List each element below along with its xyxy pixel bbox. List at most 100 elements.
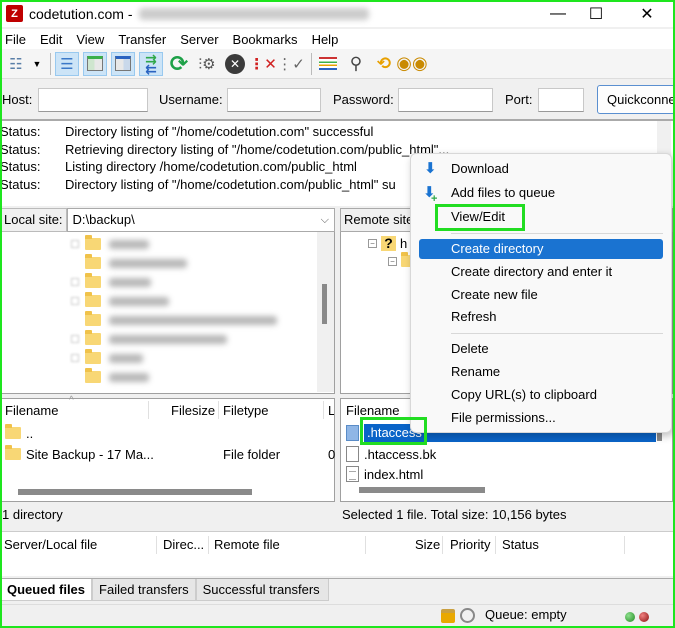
col-filename[interactable]: Filename bbox=[5, 400, 59, 422]
col-status[interactable]: Status bbox=[502, 534, 539, 556]
quickconnect-bar: Host: Username: Password: Port: Quickcon… bbox=[0, 82, 675, 117]
password-input[interactable] bbox=[398, 87, 493, 112]
scroll-thumb[interactable] bbox=[322, 284, 327, 324]
toggle-remote-tree-icon[interactable] bbox=[111, 51, 135, 76]
col-server-local-file[interactable]: Server/Local file bbox=[4, 534, 98, 556]
close-button[interactable]: ✕ bbox=[624, 0, 670, 27]
speed-limit-icon[interactable] bbox=[460, 608, 475, 623]
expand-icon[interactable] bbox=[71, 297, 79, 305]
col-remote-file[interactable]: Remote file bbox=[214, 534, 280, 556]
menu-item-create-directory[interactable]: Create directory bbox=[419, 239, 663, 259]
col-size[interactable]: Size bbox=[415, 534, 441, 556]
filter-icon[interactable]: ⚲ bbox=[344, 52, 368, 76]
refresh-icon[interactable]: ⟳ bbox=[167, 51, 191, 76]
col-filetype[interactable]: Filetype bbox=[223, 400, 269, 422]
menu-item-download[interactable]: ⬇ Download bbox=[419, 159, 663, 179]
menu-item-refresh[interactable]: Refresh bbox=[419, 307, 663, 327]
col-last-modified[interactable]: L bbox=[328, 400, 334, 422]
local-hscroll-thumb[interactable] bbox=[18, 489, 252, 495]
file-name: index.html bbox=[364, 466, 424, 482]
menu-item-delete[interactable]: Delete bbox=[419, 339, 663, 359]
column-separator[interactable] bbox=[208, 536, 209, 554]
expand-icon[interactable] bbox=[71, 335, 79, 343]
toggle-transfer-queue-icon[interactable]: ⇉ ⇇ bbox=[139, 51, 163, 76]
menu-transfer[interactable]: Transfer bbox=[111, 32, 173, 47]
host-label: Host: bbox=[2, 92, 33, 107]
tree-item[interactable] bbox=[71, 272, 151, 292]
col-priority[interactable]: Priority bbox=[450, 534, 491, 556]
file-name: .htaccess.bk bbox=[364, 446, 437, 462]
tree-item[interactable] bbox=[71, 291, 169, 311]
tree-item-root[interactable]: − ? h bbox=[368, 236, 407, 251]
col-filesize[interactable]: Filesize bbox=[171, 400, 216, 422]
menu-view[interactable]: View bbox=[69, 32, 111, 47]
site-manager-icon[interactable]: ☷ bbox=[4, 52, 28, 76]
col-direction[interactable]: Direc... bbox=[163, 534, 205, 556]
menu-item-create-directory-enter[interactable]: Create directory and enter it bbox=[419, 262, 663, 282]
menu-item-file-permissions[interactable]: File permissions... bbox=[419, 408, 663, 428]
tree-item[interactable] bbox=[71, 234, 149, 254]
expand-icon[interactable] bbox=[71, 240, 79, 248]
tree-item[interactable] bbox=[71, 367, 149, 387]
toggle-local-tree-icon[interactable] bbox=[83, 51, 107, 76]
file-row[interactable]: index.html bbox=[346, 464, 423, 484]
port-input[interactable] bbox=[538, 87, 584, 112]
collapse-icon[interactable]: − bbox=[388, 256, 397, 266]
cancel-icon[interactable]: ✕ bbox=[223, 52, 247, 76]
menu-item-copy-url[interactable]: Copy URL(s) to clipboard bbox=[419, 385, 663, 405]
menu-bookmarks[interactable]: Bookmarks bbox=[226, 32, 305, 47]
search-icon[interactable]: ◉◉ bbox=[396, 52, 427, 76]
menu-help[interactable]: Help bbox=[305, 32, 346, 47]
column-separator[interactable] bbox=[148, 401, 149, 419]
column-separator[interactable] bbox=[218, 401, 219, 419]
column-separator[interactable] bbox=[156, 536, 157, 554]
send-indicator-icon bbox=[625, 612, 635, 622]
synchronized-browsing-icon[interactable]: ⟲ bbox=[372, 52, 396, 76]
tab-failed-transfers[interactable]: Failed transfers bbox=[92, 579, 196, 601]
column-separator[interactable] bbox=[442, 536, 443, 554]
tab-queued-files[interactable]: Queued files bbox=[0, 579, 93, 601]
tree-item[interactable] bbox=[71, 329, 227, 349]
menu-file[interactable]: File bbox=[0, 32, 33, 47]
local-tree-scrollbar[interactable] bbox=[317, 232, 334, 392]
maximize-button[interactable]: ☐ bbox=[573, 0, 619, 27]
local-file-list: Filename ^ Filesize Filetype L .. Site B… bbox=[0, 395, 335, 502]
tree-item[interactable] bbox=[71, 310, 277, 330]
file-row[interactable]: .htaccess.bk bbox=[346, 444, 436, 464]
menu-edit[interactable]: Edit bbox=[33, 32, 69, 47]
collapse-icon[interactable]: − bbox=[368, 239, 377, 248]
disconnect-icon[interactable]: ⋮✕ bbox=[249, 52, 277, 76]
toggle-message-log-icon[interactable]: ☰ bbox=[55, 51, 79, 76]
expand-icon[interactable] bbox=[71, 354, 79, 362]
column-separator[interactable] bbox=[365, 536, 366, 554]
reconnect-icon[interactable]: ⋮✓ bbox=[277, 52, 305, 76]
host-input[interactable] bbox=[38, 87, 148, 112]
expand-icon[interactable] bbox=[71, 278, 79, 286]
tab-successful-transfers[interactable]: Successful transfers bbox=[195, 579, 329, 601]
maximize-icon: ☐ bbox=[588, 5, 604, 23]
col-filename[interactable]: Filename bbox=[346, 400, 400, 422]
remote-hscroll-thumb[interactable] bbox=[359, 487, 485, 493]
file-row[interactable]: .. bbox=[5, 423, 33, 443]
column-separator[interactable] bbox=[495, 536, 496, 554]
file-row[interactable]: Site Backup - 17 Ma... File folder 0 bbox=[5, 444, 335, 464]
username-input[interactable] bbox=[227, 87, 321, 112]
menu-server[interactable]: Server bbox=[173, 32, 225, 47]
menu-item-create-new-file[interactable]: Create new file bbox=[419, 285, 663, 305]
menu-item-add-to-queue[interactable]: ⬇ + Add files to queue bbox=[419, 183, 663, 205]
directory-comparison-icon[interactable] bbox=[316, 52, 340, 76]
toolbar-separator bbox=[311, 52, 312, 75]
menu-item-rename[interactable]: Rename bbox=[419, 362, 663, 382]
add-to-queue-icon: ⬇ + bbox=[423, 184, 438, 205]
tree-item[interactable] bbox=[71, 253, 187, 273]
chevron-down-icon[interactable]: ⌵ bbox=[321, 209, 329, 231]
quickconnect-button[interactable]: Quickconnect bbox=[597, 85, 675, 114]
column-separator[interactable] bbox=[323, 401, 324, 419]
menu-item-view-edit[interactable]: View/Edit bbox=[419, 207, 663, 227]
dropdown-arrow-icon[interactable]: ▼ bbox=[32, 52, 42, 76]
tree-item[interactable] bbox=[71, 348, 143, 368]
column-separator[interactable] bbox=[624, 536, 625, 554]
local-site-path[interactable]: D:\backup\ ⌵ bbox=[66, 208, 335, 232]
process-queue-icon[interactable]: ⫶⚙ bbox=[195, 52, 219, 76]
